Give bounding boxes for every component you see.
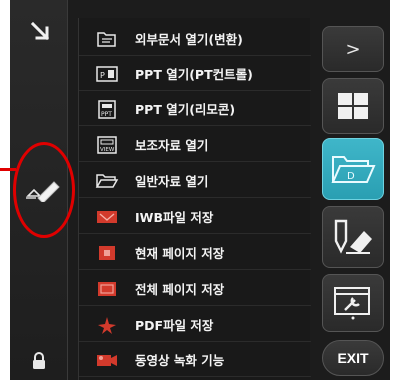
menu-item-label: IWB파일 저장 [135, 210, 214, 225]
menu-item-label: 일반자료 열기 [135, 174, 209, 189]
menu-item-video-record[interactable]: 동영상 녹화 기능 [79, 343, 311, 377]
menu-item-label: 보조자료 열기 [135, 138, 209, 153]
supplementary-material-icon: VIEW [95, 135, 119, 155]
annotation-circle [13, 142, 75, 238]
menu-item-iwb-save[interactable]: IWB파일 저장 [79, 200, 311, 234]
file-button[interactable]: D [322, 138, 384, 200]
menu-item-label: 동영상 녹화 기능 [135, 353, 225, 368]
settings-icon [334, 287, 370, 320]
file-menu-panel: 외부문서 열기(변환) P PPT 열기(PT컨트롤) PPT PPT 열기(리… [78, 18, 311, 380]
menu-item-all-pages-save[interactable]: 전체 페이지 저장 [79, 272, 311, 306]
folder-icon [95, 171, 119, 191]
current-page-save-icon [95, 243, 119, 263]
svg-text:VIEW: VIEW [100, 147, 115, 153]
all-pages-save-icon [95, 279, 119, 299]
menu-item-label: PPT 열기(리모콘) [135, 102, 236, 117]
iwb-file-icon [95, 207, 119, 227]
menu-item-supplementary[interactable]: VIEW 보조자료 열기 [79, 128, 311, 162]
svg-text:PPT: PPT [101, 111, 112, 118]
windows-icon [338, 93, 368, 119]
settings-button[interactable] [322, 274, 384, 332]
menu-item-general[interactable]: 일반자료 열기 [79, 164, 311, 198]
right-toolbar: > D EXIT [316, 26, 390, 380]
menu-item-ppt-control[interactable]: P PPT 열기(PT컨트롤) [79, 57, 311, 91]
folder-icon: D [331, 156, 376, 183]
pen-eraser-icon [334, 219, 372, 254]
menu-item-pdf-save[interactable]: PDF파일 저장 [79, 308, 311, 342]
annotation-line [0, 168, 16, 171]
lock-icon[interactable] [30, 352, 48, 370]
exit-button[interactable]: EXIT [322, 340, 384, 376]
ppt-control-icon: P [95, 64, 119, 84]
windows-button[interactable] [322, 78, 384, 134]
menu-item-label: 외부문서 열기(변환) [135, 32, 243, 47]
pen-eraser-button[interactable] [322, 206, 384, 268]
chevron-right-icon: > [345, 38, 361, 60]
expand-button[interactable]: > [322, 26, 384, 72]
menu-item-open-external-doc[interactable]: 외부문서 열기(변환) [79, 22, 311, 56]
open-external-doc-icon [95, 29, 119, 49]
menu-item-ppt-remote[interactable]: PPT PPT 열기(리모콘) [79, 92, 311, 126]
exit-label: EXIT [337, 350, 369, 366]
svg-text:D: D [347, 171, 355, 182]
ppt-remote-icon: PPT [95, 99, 119, 119]
menu-item-label: 현재 페이지 저장 [135, 246, 225, 261]
video-record-icon [95, 350, 119, 370]
menu-item-current-page-save[interactable]: 현재 페이지 저장 [79, 236, 311, 270]
svg-text:P: P [100, 71, 105, 80]
menu-item-label: PPT 열기(PT컨트롤) [135, 67, 253, 82]
collapse-arrow-icon[interactable] [28, 20, 54, 46]
menu-item-label: PDF파일 저장 [135, 318, 214, 333]
menu-item-label: 전체 페이지 저장 [135, 282, 225, 297]
pdf-icon [95, 315, 119, 335]
